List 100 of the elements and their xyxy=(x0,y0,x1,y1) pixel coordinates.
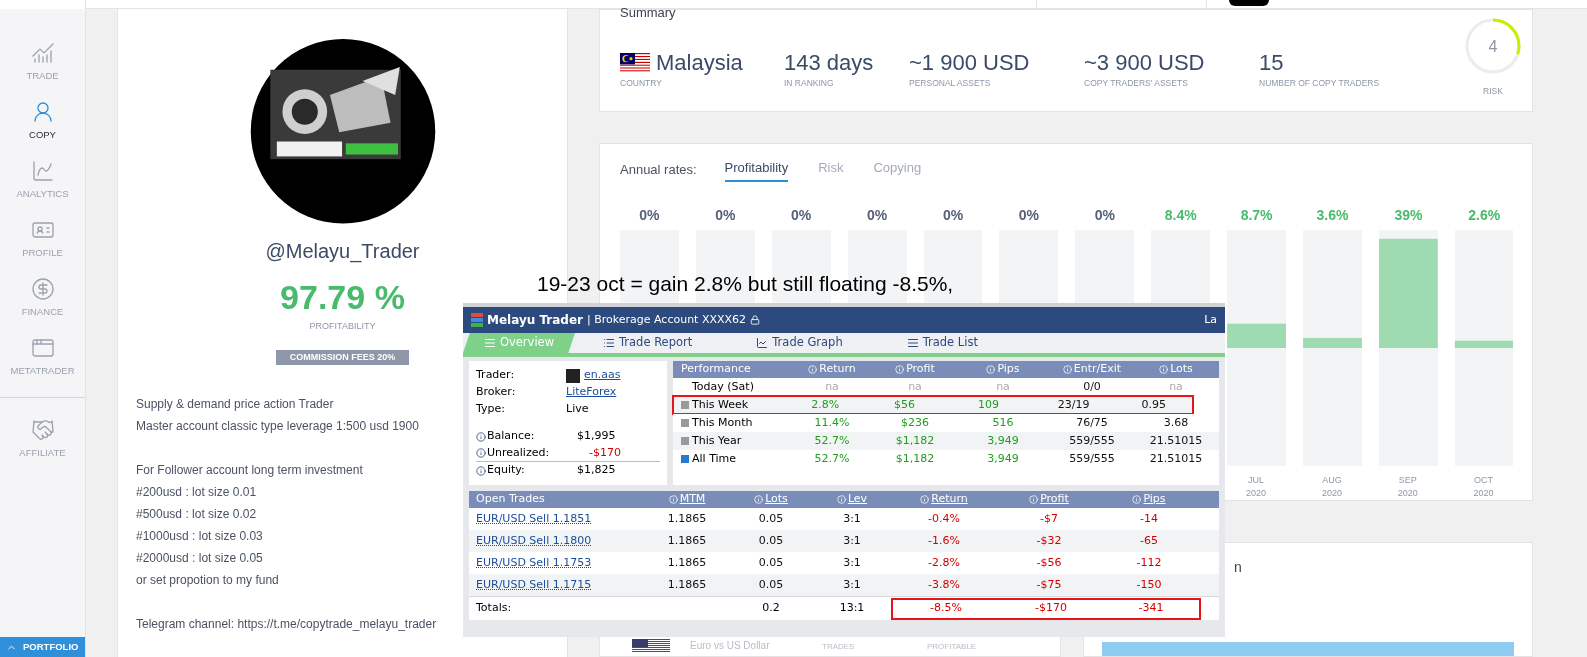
sidebar-icon xyxy=(30,159,55,183)
risk-label: RISK xyxy=(1483,85,1503,98)
table-cell-text: 3,949 xyxy=(986,432,1020,449)
info-icon xyxy=(920,495,930,504)
chart-bar xyxy=(1227,323,1286,348)
info-icon xyxy=(754,495,764,504)
column-header: Profit xyxy=(906,361,935,378)
table-cell-text: -3.8% xyxy=(927,576,961,593)
info-link[interactable]: LiteForex xyxy=(566,384,617,401)
table-cell-text: 1.1865 xyxy=(666,510,708,527)
table-cell-text: $56 xyxy=(893,396,916,413)
risk-gauge xyxy=(1464,17,1522,75)
trade-link[interactable]: EUR/USD Sell 1.1851 xyxy=(476,511,592,525)
sidebar-icon xyxy=(30,277,55,301)
info-icon xyxy=(808,365,818,374)
info-icon xyxy=(476,431,486,442)
column-header: Performance xyxy=(681,361,751,378)
info-label: Type: xyxy=(476,401,506,418)
username: @Melayu_Trader xyxy=(265,238,420,265)
summary-title: Summary xyxy=(620,6,677,19)
sidebar-icon xyxy=(30,418,55,442)
description-line: or set propotion to my fund xyxy=(136,572,280,589)
info-value: -$170 xyxy=(588,444,621,461)
chart-value-label: 3.6% xyxy=(1316,206,1349,223)
instrument-name: Euro vs US Dollar xyxy=(690,639,771,653)
table-cell-text: 516 xyxy=(991,414,1015,431)
stat-label: COPY TRADERS' ASSETS xyxy=(1084,77,1189,90)
row-label: This Year xyxy=(692,432,742,449)
sidebar-label: AFFILIATE xyxy=(19,446,66,460)
chart-value-label: 0% xyxy=(715,206,736,223)
chart-value-label: 39% xyxy=(1394,206,1423,223)
overlay-tab[interactable]: Trade Report xyxy=(603,333,693,353)
trade-link[interactable]: EUR/USD Sell 1.1753 xyxy=(476,555,592,569)
table-cell-text: $1,182 xyxy=(894,450,936,467)
tab-icon xyxy=(603,337,615,349)
chart-tab[interactable]: Profitability xyxy=(724,158,789,182)
info-label: Unrealized: xyxy=(487,444,551,461)
chart-value-label: 0% xyxy=(942,206,964,223)
column-header: Open Trades xyxy=(476,491,545,508)
description-line: For Follower account long term investment xyxy=(136,462,364,479)
row-label: Today (Sat) xyxy=(692,378,754,395)
chart-category-label: SEP 2020 xyxy=(1396,473,1419,500)
column-header: Profit xyxy=(1040,491,1069,508)
info-icon xyxy=(986,365,996,374)
stat-value: 15 xyxy=(1259,50,1284,76)
description-line: Master account classic type leverage 1:500 usd 1900 xyxy=(136,418,420,435)
trade-link[interactable]: EUR/USD Sell 1.1800 xyxy=(476,533,592,547)
table-cell-text: -65 xyxy=(1139,532,1159,549)
info-icon xyxy=(668,495,678,504)
table-cell-text: 11.4% xyxy=(813,414,851,431)
stat-label: COUNTRY xyxy=(620,77,663,90)
table-cell-text: -$32 xyxy=(1035,532,1063,549)
info-label: Equity: xyxy=(487,462,526,479)
overlay-tab[interactable]: Trade List xyxy=(906,333,978,353)
info-link[interactable]: en.aas xyxy=(584,367,621,384)
description-line: #1000usd : lot size 0.03 xyxy=(136,528,264,545)
column-header: Return xyxy=(931,491,968,508)
avatar-icon[interactable] xyxy=(1229,0,1269,6)
info-icon xyxy=(476,448,486,458)
profitability-label: PROFITABILITY xyxy=(309,320,376,333)
table-cell-text: 13:1 xyxy=(838,600,866,617)
column-header: PROFITABLE xyxy=(927,641,977,653)
chart-value-label: 0% xyxy=(1094,206,1115,223)
trade-link[interactable]: EUR/USD Sell 1.1715 xyxy=(476,577,592,591)
chart-category-label: OCT 2020 xyxy=(1472,473,1495,500)
table-cell-text: 0.2 xyxy=(761,600,781,617)
sidebar-item[interactable]: COPY xyxy=(0,100,85,159)
chart-bar xyxy=(1454,340,1513,348)
table-cell-text: 21.51015 xyxy=(1148,432,1204,449)
info-icon xyxy=(1159,365,1169,374)
chart-value-label: 0% xyxy=(791,206,812,223)
info-value: Live xyxy=(566,401,589,418)
table-cell-text: -$7 xyxy=(1039,510,1059,527)
table-cell-text: -8.5% xyxy=(929,600,963,617)
row-label: This Week xyxy=(692,396,749,413)
flag-icon xyxy=(620,53,650,73)
overlay-tab[interactable]: Trade Graph xyxy=(756,333,843,353)
chart-value-label: 0% xyxy=(1018,206,1039,223)
table-cell-text: $1,182 xyxy=(894,432,936,449)
tab-icon xyxy=(756,337,769,349)
description-line: Telegram channel: https://t.me/copytrade_melayu_trader xyxy=(136,616,437,633)
profitability-value: 97.79 % xyxy=(280,276,405,318)
totals-label: Totals: xyxy=(475,600,513,617)
column-header: MTM xyxy=(679,491,706,508)
table-cell-text: -150 xyxy=(1135,576,1163,593)
chart-category-label: AUG 2020 xyxy=(1320,473,1343,500)
annotation-text: 19-23 oct = gain 2.8% but still floating -8.5%, xyxy=(537,271,954,297)
table-cell-text: 76/75 xyxy=(1075,414,1109,431)
table-cell-text: 0/0 xyxy=(1082,378,1102,395)
info-icon xyxy=(476,465,486,476)
overlay-title: Melayu Trader xyxy=(487,312,583,329)
info-icon xyxy=(1062,365,1072,374)
table-cell-text: 559/555 xyxy=(1068,450,1116,467)
tab-icon xyxy=(483,337,496,349)
info-icon xyxy=(1132,495,1142,504)
sidebar-icon xyxy=(30,336,55,360)
info-value: $1,825 xyxy=(577,462,616,479)
risk-value: 4 xyxy=(1488,37,1498,57)
chart-value-label: 0% xyxy=(639,206,660,223)
chart-value-label: 8.4% xyxy=(1164,206,1197,223)
